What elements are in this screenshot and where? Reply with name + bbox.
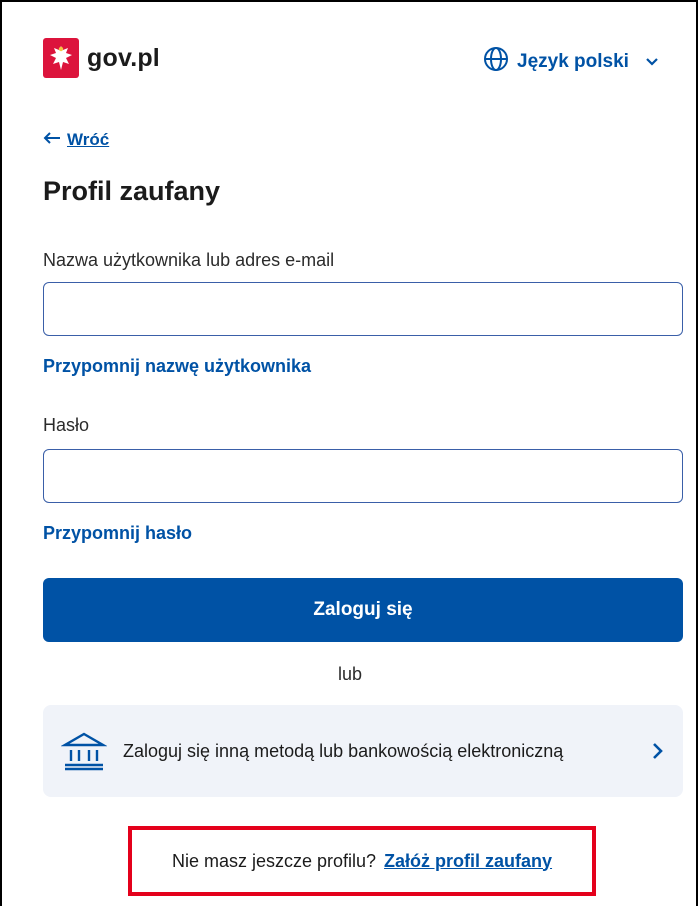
- header: gov.pl Język polski: [0, 0, 700, 90]
- language-switcher[interactable]: Język polski: [483, 46, 659, 78]
- username-label: Nazwa użytkownika lub adres e-mail: [43, 250, 335, 270]
- create-profile-link[interactable]: Załóż profil zaufany: [384, 851, 552, 872]
- back-link[interactable]: Wróć: [43, 130, 109, 150]
- remind-username-link[interactable]: Przypomnij nazwę użytkownika: [43, 356, 311, 377]
- globe-icon: [483, 46, 509, 78]
- login-button[interactable]: Zaloguj się: [43, 578, 683, 642]
- signup-highlight-box: Nie masz jeszcze profilu? Załóż profil z…: [128, 826, 596, 896]
- alt-login-button[interactable]: Zaloguj się inną metodą lub bankowością …: [43, 705, 683, 797]
- login-button-label: Zaloguj się: [313, 599, 413, 620]
- or-separator: lub: [337, 664, 363, 684]
- logo-text: gov.pl: [87, 43, 160, 72]
- bank-icon: [61, 731, 107, 771]
- chevron-down-icon: [645, 51, 659, 73]
- arrow-left-icon: [43, 130, 61, 150]
- chevron-right-icon: [651, 742, 663, 760]
- govpl-logo-link[interactable]: gov.pl: [43, 38, 160, 78]
- password-input[interactable]: [43, 449, 683, 503]
- remind-password-link[interactable]: Przypomnij hasło: [43, 523, 192, 544]
- alt-login-label: Zaloguj się inną metodą lub bankowością …: [123, 740, 564, 761]
- language-label: Język polski: [517, 51, 629, 72]
- signup-prompt: Nie masz jeszcze profilu?: [171, 850, 377, 871]
- username-input[interactable]: [43, 282, 683, 336]
- page-title: Profil zaufany: [43, 176, 221, 206]
- polish-eagle-icon: [43, 38, 79, 78]
- back-label: Wróć: [67, 130, 110, 149]
- password-label: Hasło: [43, 415, 90, 435]
